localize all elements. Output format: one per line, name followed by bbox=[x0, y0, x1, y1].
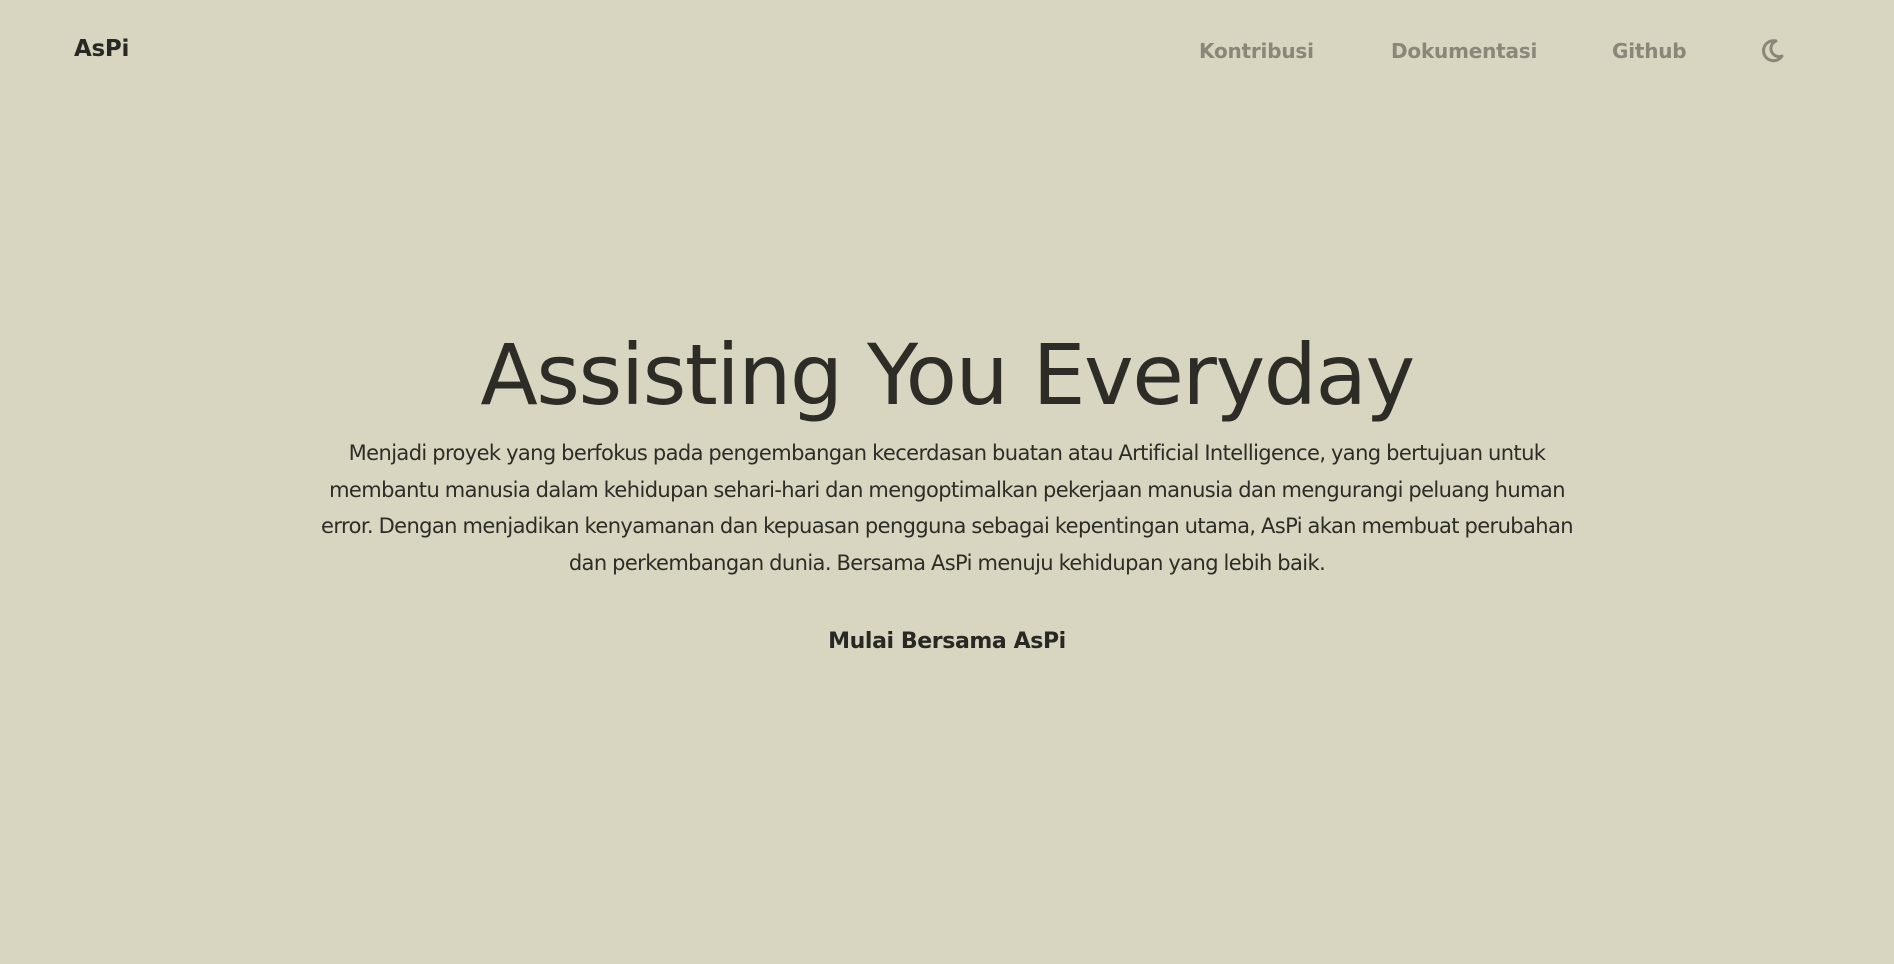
cta-button[interactable]: Mulai Bersama AsPi bbox=[828, 629, 1066, 654]
hero-section: Assisting You Everyday Menjadi proyek ya… bbox=[0, 325, 1894, 654]
hero-description: Menjadi proyek yang berfokus pada pengem… bbox=[321, 441, 1574, 575]
brand-logo[interactable]: AsPi bbox=[74, 36, 129, 62]
page: AsPi Kontribusi Dokumentasi Github Assis… bbox=[0, 0, 1894, 964]
nav-link-dokumentasi[interactable]: Dokumentasi bbox=[1391, 39, 1537, 63]
moon-icon[interactable] bbox=[1762, 39, 1784, 63]
nav-link-github[interactable]: Github bbox=[1612, 39, 1687, 63]
navbar: AsPi Kontribusi Dokumentasi Github bbox=[0, 0, 1894, 104]
hero-title: Assisting You Everyday bbox=[480, 326, 1415, 424]
nav-link-kontribusi[interactable]: Kontribusi bbox=[1199, 39, 1314, 63]
